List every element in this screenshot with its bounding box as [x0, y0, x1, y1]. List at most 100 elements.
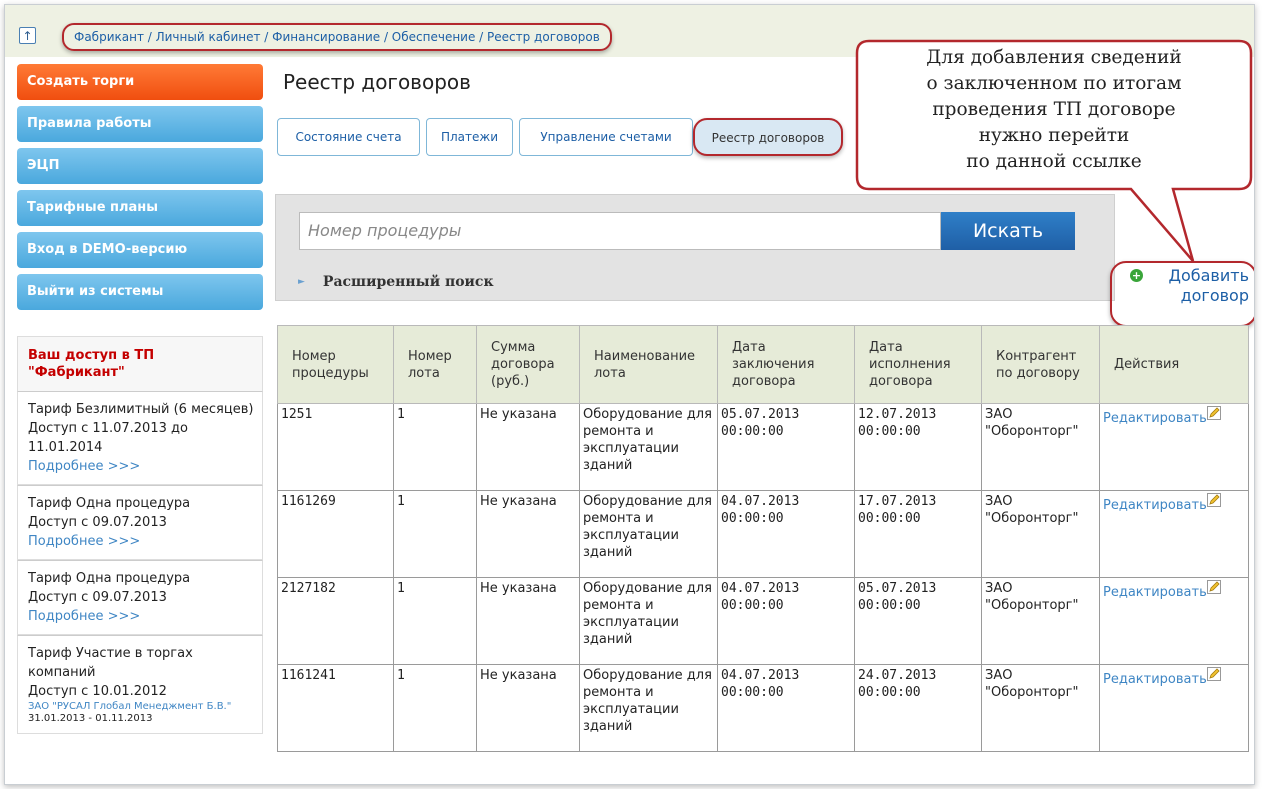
actions-cell: Редактировать: [1099, 664, 1249, 752]
callout-text: Для добавления сведений о заключенном по…: [855, 45, 1253, 175]
conclusion-date: 04.07.2013 00:00:00: [717, 664, 855, 752]
contract-sum: Не указана: [476, 664, 580, 752]
pencil-icon[interactable]: [1206, 580, 1221, 594]
add-contract-link[interactable]: + Добавить договор: [1110, 261, 1254, 327]
edit-link[interactable]: Редактировать: [1103, 585, 1207, 600]
pencil-icon[interactable]: [1206, 667, 1221, 681]
sidebar-item-rules[interactable]: Правила работы: [17, 106, 263, 142]
contractor-link[interactable]: ЗАО "Оборонторг": [981, 403, 1100, 491]
tariff-access: Доступ с 09.07.2013: [28, 515, 167, 530]
tariff-access: Доступ с 11.07.2013 до 11.01.2014: [28, 421, 188, 455]
execution-date: 12.07.2013 00:00:00: [854, 403, 982, 491]
column-header[interactable]: Сумма договора (руб.): [476, 325, 580, 404]
procedure-number-link[interactable]: 1161241: [277, 664, 394, 752]
contractor-link[interactable]: ЗАО "Оборонторг": [981, 577, 1100, 665]
contractor-link[interactable]: ЗАО "Оборонторг": [981, 490, 1100, 578]
collapse-up-icon[interactable]: ↑: [19, 27, 36, 44]
lot-name-link[interactable]: Оборудование для ремонта и эксплуатации …: [579, 664, 718, 752]
lot-number: 1: [393, 577, 477, 665]
triangle-right-icon: ►: [298, 277, 305, 287]
column-header[interactable]: Номер лота: [393, 325, 477, 404]
lot-number: 1: [393, 490, 477, 578]
contract-sum: Не указана: [476, 490, 580, 578]
table-row: 2127182 1 Не указана Оборудование для ре…: [277, 577, 1249, 665]
sidebar-item-tariff-plans[interactable]: Тарифные планы: [17, 190, 263, 226]
execution-date: 05.07.2013 00:00:00: [854, 577, 982, 665]
tariff-more-link[interactable]: Подробнее >>>: [28, 457, 254, 476]
tariff-item: Тариф Безлимитный (6 месяцев) Доступ с 1…: [17, 391, 263, 485]
sidebar-item-eds[interactable]: ЭЦП: [17, 148, 263, 184]
contractor-link[interactable]: ЗАО "Оборонторг": [981, 664, 1100, 752]
callout-line: Для добавления сведений: [926, 47, 1182, 68]
lot-name-link[interactable]: Оборудование для ремонта и эксплуатации …: [579, 577, 718, 665]
tariff-company-link[interactable]: ЗАО "РУСАЛ Глобал Менеджмент Б.В." 31.01…: [28, 701, 254, 725]
tariff-more-link[interactable]: Подробнее >>>: [28, 607, 254, 626]
column-header[interactable]: Дата заключения договора: [717, 325, 855, 404]
column-header[interactable]: Номер процедуры: [277, 325, 394, 404]
tab-account-management[interactable]: Управление счетами: [519, 118, 693, 156]
execution-date: 24.07.2013 00:00:00: [854, 664, 982, 752]
pencil-icon[interactable]: [1206, 493, 1221, 507]
column-header[interactable]: Контрагент по договору: [981, 325, 1100, 404]
procedure-number-link[interactable]: 2127182: [277, 577, 394, 665]
pencil-icon[interactable]: [1206, 406, 1221, 420]
tariff-item: Тариф Одна процедура Доступ с 09.07.2013…: [17, 485, 263, 560]
edit-link[interactable]: Редактировать: [1103, 498, 1207, 513]
tariff-name: Тариф Участие в торгах компаний: [28, 646, 193, 680]
lot-name-link[interactable]: Оборудование для ремонта и эксплуатации …: [579, 403, 718, 491]
table-row: 1161269 1 Не указана Оборудование для ре…: [277, 490, 1249, 578]
tariff-item: Тариф Одна процедура Доступ с 09.07.2013…: [17, 560, 263, 635]
tab-account-status[interactable]: Состояние счета: [277, 118, 420, 156]
table-header-row: Номер процедуры Номер лота Сумма договор…: [277, 325, 1249, 404]
conclusion-date: 04.07.2013 00:00:00: [717, 490, 855, 578]
tariff-name: Тариф Безлимитный (6 месяцев): [28, 402, 254, 417]
conclusion-date: 05.07.2013 00:00:00: [717, 403, 855, 491]
hint-callout: Для добавления сведений о заключенном по…: [855, 39, 1253, 262]
sidebar-item-demo-login[interactable]: Вход в DEMO-версию: [17, 232, 263, 268]
advanced-search-label: Расширенный поиск: [322, 274, 494, 290]
execution-date: 17.07.2013 00:00:00: [854, 490, 982, 578]
table-row: 1161241 1 Не указана Оборудование для ре…: [277, 664, 1249, 752]
procedure-number-link[interactable]: 1161269: [277, 490, 394, 578]
callout-line: о заключенном по итогам: [926, 73, 1182, 94]
access-title: Ваш доступ в ТП "Фабрикант": [17, 336, 263, 391]
lot-name-link[interactable]: Оборудование для ремонта и эксплуатации …: [579, 490, 718, 578]
add-contract-line: Добавить: [1168, 266, 1249, 285]
edit-link[interactable]: Редактировать: [1103, 672, 1207, 687]
tab-contract-registry[interactable]: Реестр договоров: [693, 118, 843, 156]
actions-cell: Редактировать: [1099, 403, 1249, 491]
column-header[interactable]: Наименование лота: [579, 325, 718, 404]
callout-line: по данной ссылке: [966, 151, 1142, 172]
callout-line: проведения ТП договоре: [932, 99, 1176, 120]
lot-number: 1: [393, 403, 477, 491]
tariff-access: Доступ с 09.07.2013: [28, 590, 167, 605]
tariff-company-dates: 31.01.2013 - 01.11.2013: [28, 713, 153, 724]
edit-link[interactable]: Редактировать: [1103, 411, 1207, 426]
add-contract-label: Добавить договор: [1168, 266, 1249, 306]
column-header[interactable]: Дата исполнения договора: [854, 325, 982, 404]
actions-cell: Редактировать: [1099, 490, 1249, 578]
table-row: 1251 1 Не указана Оборудование для ремон…: [277, 403, 1249, 491]
page-title: Реестр договоров: [283, 70, 471, 94]
add-contract-line: договор: [1180, 286, 1249, 305]
sidebar-item-logout[interactable]: Выйти из системы: [17, 274, 263, 310]
conclusion-date: 04.07.2013 00:00:00: [717, 577, 855, 665]
breadcrumb[interactable]: Фабрикант / Личный кабинет / Финансирова…: [62, 23, 612, 51]
callout-line: нужно перейти: [978, 125, 1130, 146]
procedure-number-input[interactable]: Номер процедуры: [299, 212, 941, 250]
tariff-access: Доступ с 10.01.2012: [28, 684, 167, 699]
access-panel: Ваш доступ в ТП "Фабрикант" Тариф Безлим…: [17, 336, 263, 734]
sidebar-item-create-tender[interactable]: Создать торги: [17, 64, 263, 100]
tariff-name: Тариф Одна процедура: [28, 571, 191, 586]
plus-circle-icon: +: [1130, 269, 1143, 282]
advanced-search-toggle[interactable]: ► Расширенный поиск: [298, 274, 494, 290]
tab-payments[interactable]: Платежи: [426, 118, 513, 156]
app-window: ↑ Фабрикант / Личный кабинет / Финансиро…: [4, 4, 1255, 785]
sidebar: Создать торги Правила работы ЭЦП Тарифны…: [17, 64, 263, 316]
procedure-number-link[interactable]: 1251: [277, 403, 394, 491]
actions-cell: Редактировать: [1099, 577, 1249, 665]
column-header: Действия: [1099, 325, 1249, 404]
tariff-item: Тариф Участие в торгах компаний Доступ с…: [17, 635, 263, 734]
tariff-more-link[interactable]: Подробнее >>>: [28, 532, 254, 551]
contract-sum: Не указана: [476, 403, 580, 491]
